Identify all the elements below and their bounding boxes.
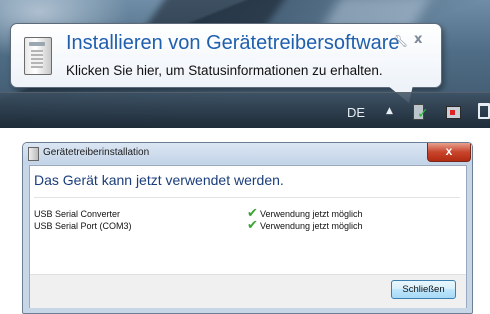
- driver-installation-window: Gerätetreiberinstallation x Das Gerät ka…: [22, 142, 473, 314]
- device-status: Verwendung jetzt möglich: [260, 221, 363, 231]
- close-button[interactable]: Schließen: [391, 280, 456, 299]
- device-row: USB Serial Port (COM3) ✔ Verwendung jetz…: [34, 218, 454, 233]
- button-bar: Schließen: [30, 274, 466, 308]
- safely-remove-icon[interactable]: [478, 103, 490, 119]
- title-bar[interactable]: Gerätetreiberinstallation x: [23, 143, 472, 164]
- window-icon: [28, 147, 39, 161]
- device-install-tray-icon[interactable]: ✓: [412, 101, 429, 122]
- device-name: USB Serial Converter: [34, 209, 121, 219]
- device-icon: [24, 37, 52, 75]
- dialog-content: Das Gerät kann jetzt verwendet werden. U…: [29, 165, 467, 308]
- device-name: USB Serial Port (COM3): [34, 221, 132, 231]
- window-close-button[interactable]: x: [427, 143, 471, 162]
- notification-balloon[interactable]: Installieren von Gerätetreibersoftware K…: [10, 23, 442, 88]
- device-status: Verwendung jetzt möglich: [260, 209, 363, 219]
- close-icon[interactable]: x: [414, 32, 422, 47]
- checkmark-icon: ✔: [247, 218, 258, 233]
- language-indicator[interactable]: DE: [347, 105, 365, 120]
- notification-title[interactable]: Installieren von Gerätetreibersoftware: [66, 32, 400, 55]
- desktop-background: Installieren von Gerätetreibersoftware K…: [0, 0, 490, 128]
- device-row: USB Serial Converter ✔ Verwendung jetzt …: [34, 206, 454, 221]
- wrench-icon[interactable]: 🔧︎: [393, 34, 408, 48]
- taskbar: DE ▲ ✓: [0, 92, 490, 128]
- notification-text[interactable]: Klicken Sie hier, um Statusinformationen…: [66, 63, 383, 78]
- action-center-icon[interactable]: [446, 106, 461, 119]
- show-hidden-icons-button[interactable]: ▲: [386, 106, 393, 116]
- status-headline: Das Gerät kann jetzt verwendet werden.: [34, 172, 284, 188]
- separator: [34, 197, 460, 198]
- window-title: Gerätetreiberinstallation: [43, 147, 150, 158]
